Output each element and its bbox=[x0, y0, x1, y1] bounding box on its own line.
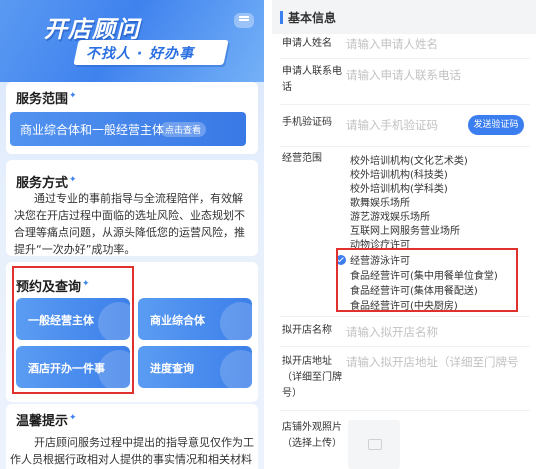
scope-option[interactable]: 校外培训机构(科技类) bbox=[336, 166, 448, 181]
applicant-name-label: 申请人姓名 bbox=[282, 38, 332, 49]
scope-option[interactable]: 校外培训机构(学科类) bbox=[336, 180, 448, 195]
radio-icon bbox=[336, 183, 346, 193]
divider bbox=[280, 346, 530, 347]
highlight-box bbox=[336, 248, 518, 312]
right-panel: 基本信息 申请人姓名 请输入申请人姓名 申请人联系电话 请输入申请人联系电话 手… bbox=[272, 0, 536, 469]
applicant-phone-label: 申请人联系电话 bbox=[282, 66, 342, 93]
camera-icon bbox=[368, 439, 382, 450]
tile-commercial-complex[interactable]: 商业综合体 bbox=[138, 298, 252, 340]
scope-option[interactable]: 歌舞娱乐场所 bbox=[336, 194, 410, 209]
sms-code-input[interactable]: 请输入手机验证码 bbox=[346, 117, 438, 133]
scope-option[interactable]: 互联网上网服务营业场所 bbox=[336, 222, 460, 237]
hero-banner: 开店顾问 不找人 · 好办事 bbox=[0, 0, 264, 82]
view-link[interactable]: 点击查看 bbox=[160, 122, 207, 137]
sparkle-icon: ✦ bbox=[69, 175, 77, 185]
radio-icon bbox=[336, 155, 346, 165]
divider bbox=[280, 146, 530, 147]
hero-title: 开店顾问 bbox=[44, 17, 140, 43]
radio-icon bbox=[336, 197, 346, 207]
service-method-title: 服务方式✦ bbox=[16, 175, 77, 191]
radio-icon bbox=[336, 211, 346, 221]
scope-option[interactable]: 游艺游戏娱乐场所 bbox=[336, 208, 430, 223]
applicant-name-input[interactable]: 请输入申请人姓名 bbox=[346, 36, 438, 52]
notice-title: 温馨提示✦ bbox=[16, 413, 77, 429]
divider bbox=[280, 58, 530, 59]
divider bbox=[280, 410, 530, 411]
tile-progress-query[interactable]: 进度查询 bbox=[138, 346, 252, 388]
hero-subtitle: 不找人 · 好办事 bbox=[86, 46, 195, 62]
send-code-button[interactable]: 发送验证码 bbox=[468, 115, 524, 135]
divider bbox=[280, 316, 530, 317]
radio-icon bbox=[336, 225, 346, 235]
sparkle-icon: ✦ bbox=[69, 91, 77, 101]
notice-text: 开店顾问服务过程中提出的指导意见仅作为工作人员根据行政相对人提供的事实情况和相关… bbox=[10, 436, 254, 466]
section-title: 基本信息 bbox=[288, 11, 337, 25]
applicant-phone-input[interactable]: 请输入申请人联系电话 bbox=[346, 67, 461, 83]
highlight-box bbox=[12, 266, 134, 394]
section-accent-bar bbox=[280, 11, 283, 24]
scope-button-label: 商业综合体和一般经营主体 bbox=[20, 123, 165, 137]
scope-option[interactable]: 校外培训机构(文化艺术类) bbox=[336, 152, 468, 167]
service-scope-title: 服务范围✦ bbox=[16, 91, 77, 107]
left-panel: 开店顾问 不找人 · 好办事 服务范围✦ 商业综合体和一般经营主体 点击查看 服… bbox=[0, 0, 264, 469]
sparkle-icon: ✦ bbox=[69, 413, 77, 423]
shop-name-label: 拟开店名称 bbox=[282, 325, 332, 336]
divider bbox=[280, 104, 530, 105]
service-method-text: 通过专业的事前指导与全流程陪伴，有效解决您在开店过程中面临的选址风险、业态规划不… bbox=[14, 192, 245, 256]
section-header: 基本信息 bbox=[272, 0, 536, 34]
scope-button[interactable]: 商业综合体和一般经营主体 点击查看 bbox=[10, 112, 246, 146]
tile-label: 商业综合体 bbox=[150, 314, 205, 327]
shop-address-label: 拟开店地址（详细至门牌号） bbox=[282, 356, 342, 399]
shop-photo-label: 店铺外观照片（选择上传） bbox=[282, 422, 342, 449]
radio-icon bbox=[336, 169, 346, 179]
chat-icon[interactable] bbox=[234, 13, 254, 28]
tile-label: 进度查询 bbox=[150, 362, 194, 375]
photo-upload[interactable] bbox=[348, 420, 400, 469]
shop-address-input[interactable]: 请输入拟开店地址（详细至门牌号 bbox=[346, 354, 532, 370]
sms-code-label: 手机验证码 bbox=[282, 117, 332, 128]
shop-name-input[interactable]: 请输入拟开店名称 bbox=[346, 324, 438, 340]
